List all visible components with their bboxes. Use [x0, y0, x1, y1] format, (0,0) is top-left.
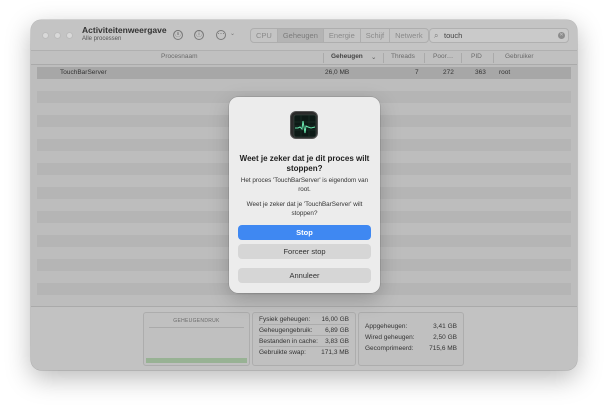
process-threads: 7 [415, 69, 419, 76]
stat-row: Geheugengebruik: 6,89 GB [259, 326, 349, 336]
process-ports: 272 [443, 69, 454, 76]
column-ports[interactable]: Poor… [433, 53, 453, 60]
stat-value: 715,6 MB [429, 345, 457, 352]
category-tabs: CPU Geheugen Energie Schijf Netwerk [250, 28, 429, 43]
process-name: TouchBarServer [60, 69, 107, 76]
stat-row: Gecomprimeerd: 715,6 MB [365, 344, 457, 354]
memory-stats-bar: GEHEUGENDRUK Fysiek geheugen: 16,00 GB Ge… [31, 306, 577, 370]
stat-row: Bestanden in cache: 3,83 GB [259, 337, 349, 347]
dialog-title: Weet je zeker dat je dit proces wilt sto… [239, 154, 370, 173]
stat-row: Wired geheugen: 2,50 GB [365, 333, 457, 343]
column-memory[interactable]: Geheugen [331, 53, 363, 60]
column-divider [383, 53, 384, 63]
stat-label: Geheugengebruik: [259, 327, 313, 334]
window-subtitle: Alle processen [82, 36, 122, 42]
stat-value: 16,00 GB [321, 316, 349, 323]
table-row[interactable]: TouchBarServer 26,0 MB 7 272 363 root [37, 67, 571, 79]
memory-pressure-graph [146, 357, 247, 363]
search-field[interactable]: ⌕ ✕ [429, 28, 569, 43]
zoom-window-button[interactable] [66, 32, 73, 39]
column-divider [461, 53, 462, 63]
tab-cpu[interactable]: CPU [251, 29, 278, 42]
stop-process-dialog: Weet je zeker dat je dit proces wilt sto… [229, 97, 380, 293]
more-options-icon[interactable]: ⋯ [216, 30, 226, 40]
stat-label: Appgeheugen: [365, 323, 408, 330]
process-memory: 26,0 MB [325, 69, 350, 76]
column-header: Procesnaam Geheugen ⌄ Threads Poor… PID … [31, 51, 577, 65]
close-window-button[interactable] [42, 32, 49, 39]
memory-pressure-panel: GEHEUGENDRUK [143, 312, 250, 366]
column-divider [323, 53, 324, 63]
column-user[interactable]: Gebruiker [505, 53, 534, 60]
minimize-window-button[interactable] [54, 32, 61, 39]
gauge-divider [149, 327, 244, 328]
tab-energy[interactable]: Energie [324, 29, 361, 42]
search-icon: ⌕ [434, 31, 439, 40]
column-divider [493, 53, 494, 63]
stat-label: Gebruikte swap: [259, 349, 306, 356]
memory-stats-right: Appgeheugen: 3,41 GB Wired geheugen: 2,50 … [358, 312, 464, 366]
chevron-down-icon[interactable]: ⌄ [230, 30, 235, 37]
force-stop-button[interactable]: Forceer stop [238, 244, 371, 259]
tab-disk[interactable]: Schijf [361, 29, 391, 42]
stat-value: 3,83 GB [325, 338, 349, 345]
memory-pressure-title: GEHEUGENDRUK [173, 318, 220, 324]
window-title: Activiteitenweergave [82, 25, 167, 35]
stat-label: Fysiek geheugen: [259, 316, 311, 323]
activity-monitor-icon [290, 111, 318, 139]
stat-value: 6,89 GB [325, 327, 349, 334]
column-threads[interactable]: Threads [391, 53, 415, 60]
sort-chevron-icon[interactable]: ⌄ [371, 53, 376, 61]
column-pid[interactable]: PID [471, 53, 482, 60]
memory-stats-left: Fysiek geheugen: 16,00 GB Geheugengebruik… [252, 312, 356, 366]
stat-label: Bestanden in cache: [259, 338, 318, 345]
stat-value: 171,3 MB [321, 349, 349, 356]
stat-row: Appgeheugen: 3,41 GB [365, 322, 457, 332]
column-divider [424, 53, 425, 63]
dialog-message-confirm: Weet je zeker dat je 'TouchBarServer' wi… [246, 201, 363, 217]
stat-value: 3,41 GB [433, 323, 457, 330]
stat-row: Fysiek geheugen: 16,00 GB [259, 315, 349, 325]
stat-value: 2,50 GB [433, 334, 457, 341]
search-input[interactable] [444, 29, 554, 42]
clear-search-icon[interactable]: ✕ [558, 32, 565, 39]
dialog-message-owner: Het proces 'TouchBarServer' is eigendom … [240, 177, 369, 193]
stat-label: Wired geheugen: [365, 334, 415, 341]
info-icon[interactable]: ⓘ [194, 30, 204, 40]
stop-button[interactable]: Stop [238, 225, 371, 240]
stat-row: Gebruikte swap: 171,3 MB [259, 348, 349, 358]
process-pid: 363 [475, 69, 486, 76]
stat-label: Gecomprimeerd: [365, 345, 414, 352]
tab-memory[interactable]: Geheugen [277, 29, 324, 42]
tab-network[interactable]: Netwerk [390, 29, 428, 42]
column-process-name[interactable]: Procesnaam [161, 53, 198, 60]
stop-process-icon[interactable]: ⓧ [173, 30, 183, 40]
activity-graph-icon [293, 114, 317, 138]
toolbar: Activiteitenweergave Alle processen ⓧ ⓘ … [31, 20, 577, 51]
process-user: root [499, 69, 511, 76]
cancel-button[interactable]: Annuleer [238, 268, 371, 283]
